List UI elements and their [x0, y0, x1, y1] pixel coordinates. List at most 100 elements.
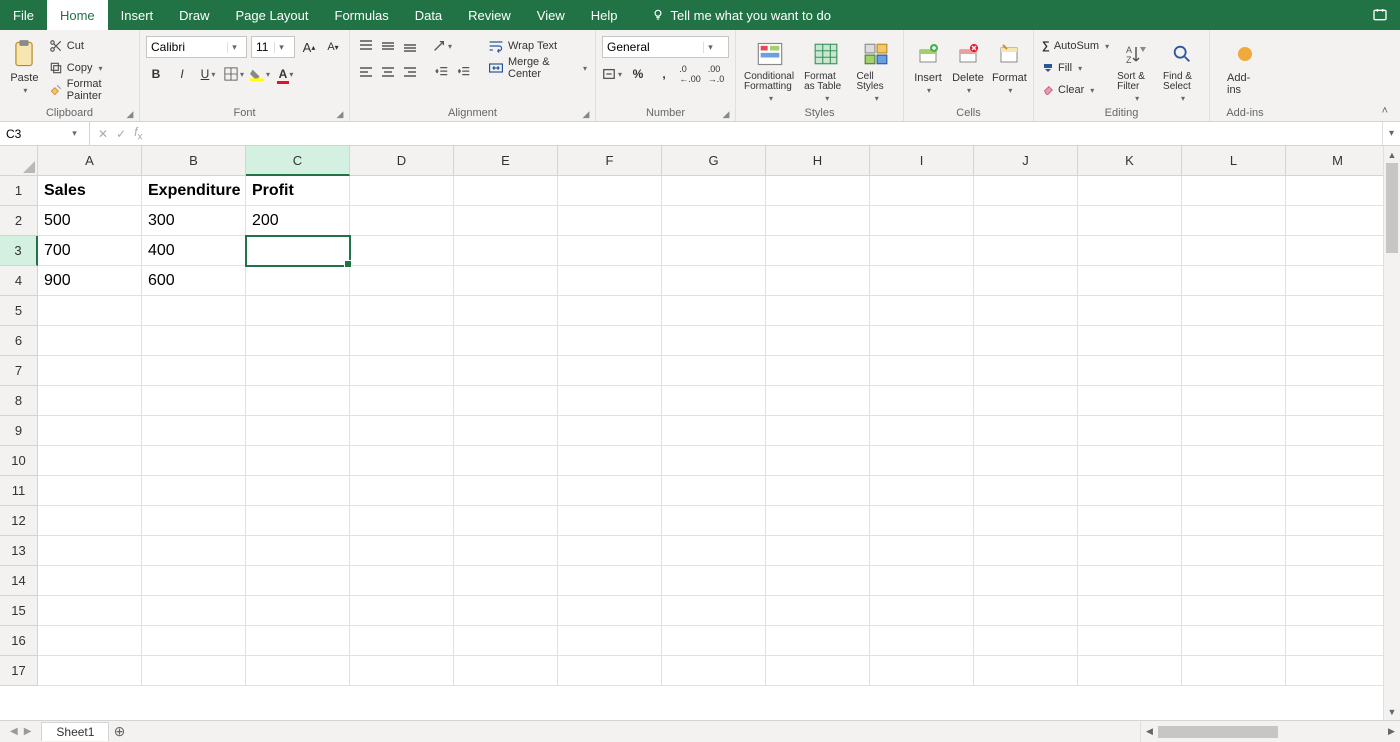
cell-L14[interactable]	[1182, 566, 1286, 596]
cell-H6[interactable]	[766, 326, 870, 356]
cell-I7[interactable]	[870, 356, 974, 386]
cell-A7[interactable]	[38, 356, 142, 386]
cell-F5[interactable]	[558, 296, 662, 326]
insert-cells-button[interactable]: Insert▾	[910, 36, 946, 97]
cell-C8[interactable]	[246, 386, 350, 416]
cell-F3[interactable]	[558, 236, 662, 266]
menu-tab-view[interactable]: View	[524, 0, 578, 30]
name-box-input[interactable]	[0, 127, 60, 141]
cell-D14[interactable]	[350, 566, 454, 596]
cell-L7[interactable]	[1182, 356, 1286, 386]
cell-I6[interactable]	[870, 326, 974, 356]
cell-D5[interactable]	[350, 296, 454, 326]
cell-C13[interactable]	[246, 536, 350, 566]
cell-L11[interactable]	[1182, 476, 1286, 506]
menu-tab-insert[interactable]: Insert	[108, 0, 167, 30]
column-header-B[interactable]: B	[142, 146, 246, 176]
cell-I14[interactable]	[870, 566, 974, 596]
cell-D1[interactable]	[350, 176, 454, 206]
cell-E13[interactable]	[454, 536, 558, 566]
cell-C1[interactable]: Profit	[246, 176, 350, 206]
cell-J6[interactable]	[974, 326, 1078, 356]
sheet-tab-sheet1[interactable]: Sheet1	[41, 722, 109, 741]
cell-D7[interactable]	[350, 356, 454, 386]
menu-tab-formulas[interactable]: Formulas	[322, 0, 402, 30]
align-right-icon[interactable]	[400, 62, 420, 82]
align-bottom-icon[interactable]	[400, 36, 420, 56]
cell-G5[interactable]	[662, 296, 766, 326]
cell-A9[interactable]	[38, 416, 142, 446]
cell-D13[interactable]	[350, 536, 454, 566]
cell-J10[interactable]	[974, 446, 1078, 476]
cell-A13[interactable]	[38, 536, 142, 566]
scroll-right-icon[interactable]: ▶	[1383, 726, 1400, 737]
cell-B8[interactable]	[142, 386, 246, 416]
cell-K10[interactable]	[1078, 446, 1182, 476]
cell-B10[interactable]	[142, 446, 246, 476]
menu-tab-review[interactable]: Review	[455, 0, 524, 30]
row-header-14[interactable]: 14	[0, 566, 38, 596]
cell-A15[interactable]	[38, 596, 142, 626]
cell-I17[interactable]	[870, 656, 974, 686]
cell-M9[interactable]	[1286, 416, 1390, 446]
cell-L10[interactable]	[1182, 446, 1286, 476]
cell-L2[interactable]	[1182, 206, 1286, 236]
cell-L9[interactable]	[1182, 416, 1286, 446]
cell-D9[interactable]	[350, 416, 454, 446]
autosum-button[interactable]: ∑AutoSum▾	[1040, 36, 1111, 56]
menu-tab-file[interactable]: File	[0, 0, 47, 30]
align-center-icon[interactable]	[378, 62, 398, 82]
cell-H15[interactable]	[766, 596, 870, 626]
cell-H10[interactable]	[766, 446, 870, 476]
cell-A14[interactable]	[38, 566, 142, 596]
cell-I15[interactable]	[870, 596, 974, 626]
row-header-12[interactable]: 12	[0, 506, 38, 536]
align-left-icon[interactable]	[356, 62, 376, 82]
cell-styles-button[interactable]: Cell Styles▾	[854, 36, 897, 105]
row-header-16[interactable]: 16	[0, 626, 38, 656]
scrollbar-thumb[interactable]	[1158, 726, 1278, 738]
cell-C6[interactable]	[246, 326, 350, 356]
cell-D11[interactable]	[350, 476, 454, 506]
row-header-5[interactable]: 5	[0, 296, 38, 326]
cell-G4[interactable]	[662, 266, 766, 296]
cell-C14[interactable]	[246, 566, 350, 596]
cell-B13[interactable]	[142, 536, 246, 566]
sort-filter-button[interactable]: AZ Sort & Filter▾	[1115, 36, 1157, 105]
chevron-down-icon[interactable]: ▾	[703, 42, 717, 53]
cell-F15[interactable]	[558, 596, 662, 626]
find-select-button[interactable]: Find & Select▾	[1161, 36, 1203, 105]
scroll-left-icon[interactable]: ◀	[1141, 726, 1158, 737]
cell-G15[interactable]	[662, 596, 766, 626]
cell-C17[interactable]	[246, 656, 350, 686]
cell-M7[interactable]	[1286, 356, 1390, 386]
cell-G7[interactable]	[662, 356, 766, 386]
percent-icon[interactable]: %	[628, 64, 648, 84]
cell-J15[interactable]	[974, 596, 1078, 626]
row-header-4[interactable]: 4	[0, 266, 38, 296]
cell-K7[interactable]	[1078, 356, 1182, 386]
italic-button[interactable]: I	[172, 64, 192, 84]
dialog-launcher-icon[interactable]: ◢	[581, 109, 591, 119]
menu-tab-help[interactable]: Help	[578, 0, 631, 30]
menu-tab-home[interactable]: Home	[47, 0, 108, 30]
comma-icon[interactable]: ,	[654, 64, 674, 84]
align-top-icon[interactable]	[356, 36, 376, 56]
cell-A2[interactable]: 500	[38, 206, 142, 236]
cell-H3[interactable]	[766, 236, 870, 266]
cell-L4[interactable]	[1182, 266, 1286, 296]
row-header-2[interactable]: 2	[0, 206, 38, 236]
scrollbar-thumb[interactable]	[1386, 163, 1398, 253]
cell-B6[interactable]	[142, 326, 246, 356]
cell-B15[interactable]	[142, 596, 246, 626]
sheet-nav[interactable]: ◀▶	[0, 726, 41, 737]
row-header-17[interactable]: 17	[0, 656, 38, 686]
cell-I16[interactable]	[870, 626, 974, 656]
cell-L17[interactable]	[1182, 656, 1286, 686]
delete-cells-button[interactable]: Delete▾	[950, 36, 986, 97]
column-header-F[interactable]: F	[558, 146, 662, 176]
cell-E15[interactable]	[454, 596, 558, 626]
cell-L6[interactable]	[1182, 326, 1286, 356]
clear-button[interactable]: Clear▾	[1040, 80, 1111, 100]
row-header-11[interactable]: 11	[0, 476, 38, 506]
